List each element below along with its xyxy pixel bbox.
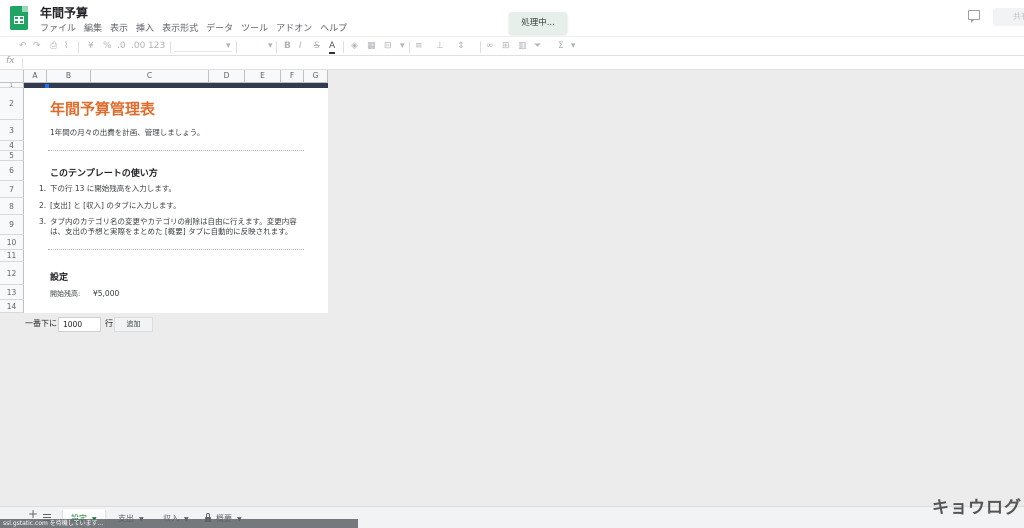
add-rows-suffix: 行 [105,319,113,328]
list-item[interactable]: 1. 下の行 13 に開始残高を入力します。 [39,184,309,194]
menu-addons[interactable]: アドオン [276,21,312,34]
watermark-text: キョウログ [932,498,1022,518]
column-header[interactable]: E [245,70,281,83]
list-item[interactable]: 3. タブ内のカテゴリ名の変更やカテゴリの削除は自由に行えます。変更内容は、支出の… [39,217,309,237]
undo-icon[interactable]: ↶ [19,40,27,52]
column-header[interactable]: C [91,70,209,83]
row-header[interactable]: 3 [0,120,24,141]
spreadsheet-app: 年間予算 ファイル 編集 表示 挿入 表示形式 データ ツール アドオン ヘルプ… [0,0,1024,528]
strikethrough-icon[interactable]: S [314,40,320,52]
divider [48,150,304,151]
formula-bar[interactable]: fx [0,56,1024,70]
howto-heading[interactable]: このテンプレートの使い方 [50,166,158,179]
redo-icon[interactable]: ↷ [33,40,41,52]
functions-icon[interactable]: Σ [558,40,564,52]
opening-balance-value[interactable]: ¥5,000 [93,289,119,298]
select-all-corner[interactable] [0,70,24,83]
column-header[interactable]: A [24,70,47,83]
column-header[interactable]: F [281,70,304,83]
percent-format-button[interactable]: % [103,40,112,52]
row-header[interactable]: 2 [0,88,24,120]
step-text: 下の行 13 に開始残高を入力します。 [50,184,177,193]
insert-link-icon[interactable]: ∞ [486,40,494,52]
increase-decimal-button[interactable]: .00 [131,40,145,52]
currency-format-button[interactable]: ¥ [88,40,94,52]
menu-tools[interactable]: ツール [241,21,268,34]
step-text: [支出] と [収入] のタブに入力します。 [50,201,181,210]
menu-view[interactable]: 表示 [110,21,128,34]
header-band [24,83,328,88]
borders-icon[interactable]: ▦ [367,40,376,52]
insert-chart-icon[interactable]: ▥ [518,40,527,52]
header: 年間予算 ファイル 編集 表示 挿入 表示形式 データ ツール アドオン ヘルプ… [0,0,1024,36]
fill-color-icon[interactable]: ◈ [351,40,358,52]
chevron-down-icon[interactable]: ▾ [226,40,231,52]
settings-heading[interactable]: 設定 [50,270,68,283]
row-header[interactable]: 9 [0,215,24,235]
column-header[interactable]: B [47,70,91,83]
font-family-dropdown[interactable] [174,40,232,52]
step-number: 2. [39,201,47,210]
list-item[interactable]: 2. [支出] と [収入] のタブに入力します。 [39,201,309,211]
fx-icon: fx [6,56,15,66]
number-format-dropdown[interactable]: 123 [148,40,165,52]
row-header[interactable]: 13 [0,285,24,300]
chevron-down-icon[interactable]: ▾ [400,40,405,52]
sheet-title[interactable]: 年間予算管理表 [50,98,155,119]
insert-comment-icon[interactable]: ⊞ [502,40,510,52]
row-header[interactable]: 7 [0,181,24,198]
paint-format-icon[interactable]: ⌇ [64,40,68,52]
sheet-subtitle[interactable]: 1年間の月々の出費を計画、管理しましょう。 [50,127,204,138]
chevron-down-icon[interactable]: ▾ [571,40,576,52]
menu-data[interactable]: データ [206,21,233,34]
loading-status: ssl.gstatic.com を待機しています... [0,519,358,528]
horizontal-align-icon[interactable]: ≡ [415,40,423,52]
share-button[interactable]: 共有 [993,8,1024,26]
row-header[interactable]: 4 [0,141,24,151]
menu-insert[interactable]: 挿入 [136,21,154,34]
add-rows-count-input[interactable]: 1000 [58,317,101,332]
row-header[interactable]: 6 [0,161,24,181]
chevron-down-icon[interactable]: ▾ [268,40,273,52]
row-header[interactable]: 14 [0,300,24,313]
selection-handle[interactable] [45,84,49,88]
menu-file[interactable]: ファイル [40,21,76,34]
add-rows-button[interactable]: 追加 [114,317,153,332]
column-header[interactable]: G [304,70,328,83]
bold-icon[interactable]: B [284,40,291,52]
italic-icon[interactable]: I [299,40,302,52]
opening-balance-label[interactable]: 開始残高: [50,289,80,299]
vertical-align-icon[interactable]: ⊥ [436,40,444,52]
row-header[interactable]: 5 [0,151,24,161]
print-icon[interactable]: ⎙ [50,40,57,52]
row-header[interactable]: 12 [0,262,24,285]
step-text: タブ内のカテゴリ名の変更やカテゴリの削除は自由に行えます。変更内容は、支出の予想… [50,217,297,236]
sheets-logo-icon[interactable] [10,6,28,30]
divider [48,249,304,250]
menu-help[interactable]: ヘルプ [320,21,347,34]
add-rows-prefix: 一番下に [25,319,57,328]
filter-icon[interactable]: ⏷ [534,40,541,52]
step-number: 3. [39,217,47,226]
column-header[interactable]: D [209,70,245,83]
text-color-icon[interactable]: A [329,40,336,54]
menu-edit[interactable]: 編集 [84,21,102,34]
toolbar: ↶ ↷ ⎙ ⌇ ¥ % .0 .00 123 ▾ ▾ B I S A ◈ ▦ ⊟… [0,36,1024,56]
menu-format[interactable]: 表示形式 [162,21,198,34]
processing-toast: 処理中... [509,12,567,34]
row-header[interactable]: 8 [0,198,24,215]
menu-bar: ファイル 編集 表示 挿入 表示形式 データ ツール アドオン ヘルプ [40,21,347,34]
row-header[interactable]: 11 [0,250,24,262]
step-number: 1. [39,184,47,193]
text-wrap-icon[interactable]: ⇕ [457,40,465,52]
merge-cells-icon[interactable]: ⊟ [384,40,392,52]
decrease-decimal-button[interactable]: .0 [117,40,126,52]
comment-icon[interactable] [968,10,980,23]
document-title[interactable]: 年間予算 [40,4,88,21]
row-header[interactable]: 10 [0,235,24,250]
